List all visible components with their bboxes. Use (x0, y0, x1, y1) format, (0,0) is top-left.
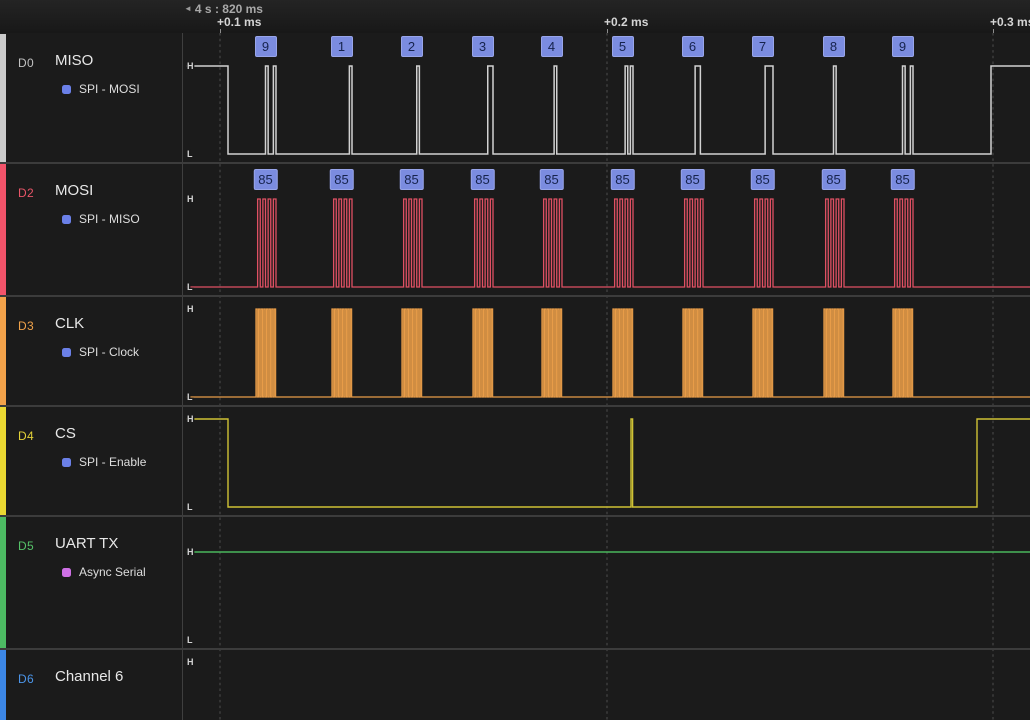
channel-row-d4[interactable]: D4 CSSPI - Enable (0, 406, 183, 516)
analyzer-tag[interactable]: Async Serial (62, 565, 146, 579)
channel-color-stripe (0, 517, 6, 648)
decoded-byte-badge[interactable]: 3 (472, 36, 494, 57)
waveform-d0[interactable] (186, 66, 1030, 154)
channel-color-stripe (0, 407, 6, 515)
channel-id-label: D6 (18, 672, 34, 686)
logic-analyzer-app: ◄ 4 s : 820 ms +0.1 ms +0.2 ms +0.3 ms D0 M… (0, 0, 1030, 720)
waveform-d4[interactable] (186, 419, 1030, 507)
async-serial-analyzer-icon (62, 568, 71, 577)
low-level-label: L (187, 392, 193, 402)
analyzer-tag[interactable]: SPI - Enable (62, 455, 146, 469)
low-level-label: L (187, 282, 193, 292)
timeline-tick-label: +0.2 ms (604, 15, 648, 29)
spi-analyzer-icon (62, 215, 71, 224)
timeline-tick-mark (993, 29, 994, 33)
high-level-label: H (187, 657, 194, 667)
channel-row-divider[interactable] (0, 162, 1030, 164)
channel-row-d0[interactable]: D0 MISO SPI - MOSI (0, 33, 183, 163)
channel-color-stripe (0, 297, 6, 405)
decoded-byte-badge[interactable]: 85 (680, 169, 704, 190)
channel-row-d3[interactable]: D3 CLK SPI - Clock (0, 296, 183, 406)
channel-row-divider[interactable] (0, 515, 1030, 517)
decoded-byte-badge[interactable]: 1 (331, 36, 353, 57)
channel-row-d2[interactable]: D2 MOSI SPI - MISO (0, 163, 183, 296)
channel-color-stripe (0, 164, 6, 295)
channel-row-d5[interactable]: D5 UART TX Async Serial (0, 516, 183, 649)
channel-row-divider[interactable] (0, 648, 1030, 650)
spi-analyzer-icon (62, 85, 71, 94)
spi-analyzer-icon (62, 348, 71, 357)
high-level-label: H (187, 61, 194, 71)
decoded-byte-badge[interactable]: 85 (329, 169, 353, 190)
high-level-label: H (187, 194, 194, 204)
decoded-byte-badge[interactable]: 9 (892, 36, 914, 57)
waveform-d2[interactable] (186, 199, 1030, 287)
low-level-label: L (187, 635, 193, 645)
low-level-label: L (187, 149, 193, 159)
decoded-byte-badge[interactable]: 85 (821, 169, 845, 190)
decoded-byte-badge[interactable]: 85 (253, 169, 277, 190)
decoded-byte-badge[interactable]: 2 (401, 36, 423, 57)
decoded-byte-badge[interactable]: 85 (539, 169, 563, 190)
channel-name-label[interactable]: UART TX (55, 535, 118, 552)
decoded-byte-badge[interactable]: 9 (255, 36, 277, 57)
left-arrow-icon: ◄ (184, 2, 192, 15)
analyzer-tag-label: SPI - MOSI (79, 82, 140, 96)
channel-name-label[interactable]: CS (55, 425, 76, 442)
channel-id-label: D5 (18, 539, 34, 553)
channel-sidebar: D0 MISO SPI - MOSI D2 MOSI SPI - MISO D3 CLK SPI… (0, 33, 183, 720)
timeline-tick-mark (220, 29, 221, 33)
timeline-anchor: ◄ 4 s : 820 ms (184, 2, 263, 15)
timeline-tick-label: +0.3 ms (990, 15, 1030, 29)
analyzer-tag-label: SPI - Clock (79, 345, 139, 359)
decoded-byte-badge[interactable]: 7 (752, 36, 774, 57)
timeline-tick-mark (607, 29, 608, 33)
analyzer-tag[interactable]: SPI - MOSI (62, 82, 140, 96)
high-level-label: H (187, 547, 194, 557)
decoded-byte-badge[interactable]: 85 (399, 169, 423, 190)
channel-id-label: D0 (18, 56, 34, 70)
spi-analyzer-icon (62, 458, 71, 467)
decoded-byte-badge[interactable]: 5 (612, 36, 634, 57)
decoded-byte-badge[interactable]: 85 (750, 169, 774, 190)
waveform-d3[interactable] (186, 309, 1030, 397)
channel-name-label[interactable]: MOSI (55, 182, 93, 199)
channel-id-label: D4 (18, 429, 34, 443)
low-level-label: L (187, 502, 193, 512)
timeline-ruler[interactable]: ◄ 4 s : 820 ms +0.1 ms +0.2 ms +0.3 ms (0, 0, 1030, 33)
decoded-byte-badge[interactable]: 85 (890, 169, 914, 190)
high-level-label: H (187, 414, 194, 424)
decoded-byte-badge[interactable]: 4 (541, 36, 563, 57)
decoded-byte-badge[interactable]: 85 (610, 169, 634, 190)
waveform-plot-area[interactable]: HLHLHLHLHLHL9123456789858585858585858585… (183, 33, 1030, 720)
timeline-anchor-label: 4 s : 820 ms (195, 2, 263, 16)
channel-row-divider[interactable] (0, 295, 1030, 297)
high-level-label: H (187, 304, 194, 314)
analyzer-tag-label: SPI - MISO (79, 212, 140, 226)
channel-name-label[interactable]: Channel 6 (55, 668, 123, 685)
analyzer-tag[interactable]: SPI - MISO (62, 212, 140, 226)
channel-row-divider[interactable] (0, 405, 1030, 407)
channel-name-label[interactable]: CLK (55, 315, 84, 332)
analyzer-tag[interactable]: SPI - Clock (62, 345, 139, 359)
timeline-tick-label: +0.1 ms (217, 15, 261, 29)
channel-row-d6[interactable]: D6 Channel 6 (0, 649, 183, 720)
channel-id-label: D3 (18, 319, 34, 333)
channel-color-stripe (0, 34, 6, 162)
analyzer-tag-label: Async Serial (79, 565, 146, 579)
analyzer-tag-label: SPI - Enable (79, 455, 146, 469)
decoded-byte-badge[interactable]: 85 (470, 169, 494, 190)
decoded-byte-badge[interactable]: 8 (823, 36, 845, 57)
channel-name-label[interactable]: MISO (55, 52, 93, 69)
channel-color-stripe (0, 650, 6, 720)
channel-id-label: D2 (18, 186, 34, 200)
decoded-byte-badge[interactable]: 6 (682, 36, 704, 57)
